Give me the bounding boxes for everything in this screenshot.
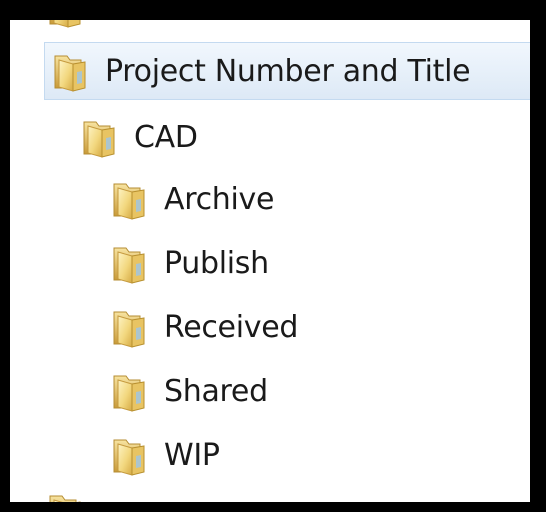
window-frame: Project Number and Title CAD Archive Pub… [0,0,546,512]
tree-item-publish[interactable]: Publish [110,234,269,292]
partial-folder-icon-top [46,20,86,28]
tree-item-label: CAD [134,119,198,155]
tree-item-label: Project Number and Title [105,53,471,89]
partial-folder-icon-bottom [46,490,86,502]
tree-item-wip[interactable]: WIP [110,426,220,484]
tree-item-label: Received [164,309,299,345]
tree-item-received[interactable]: Received [110,298,298,356]
tree-item-label: WIP [164,437,220,473]
folder-icon [110,306,150,348]
tree-item-project-root[interactable]: Project Number and Title [44,42,530,100]
folder-icon [110,242,150,284]
tree-item-label: Shared [164,373,268,409]
folder-icon [110,370,150,412]
tree-item-cad[interactable]: CAD [80,108,198,166]
tree-item-label: Publish [164,245,269,281]
folder-icon [110,178,150,220]
tree-item-label: Archive [164,181,275,217]
folder-tree-panel: Project Number and Title CAD Archive Pub… [10,20,530,502]
folder-icon [110,434,150,476]
folder-icon [80,116,120,158]
folder-icon [51,50,91,92]
tree-item-shared[interactable]: Shared [110,362,268,420]
tree-item-archive[interactable]: Archive [110,170,274,228]
